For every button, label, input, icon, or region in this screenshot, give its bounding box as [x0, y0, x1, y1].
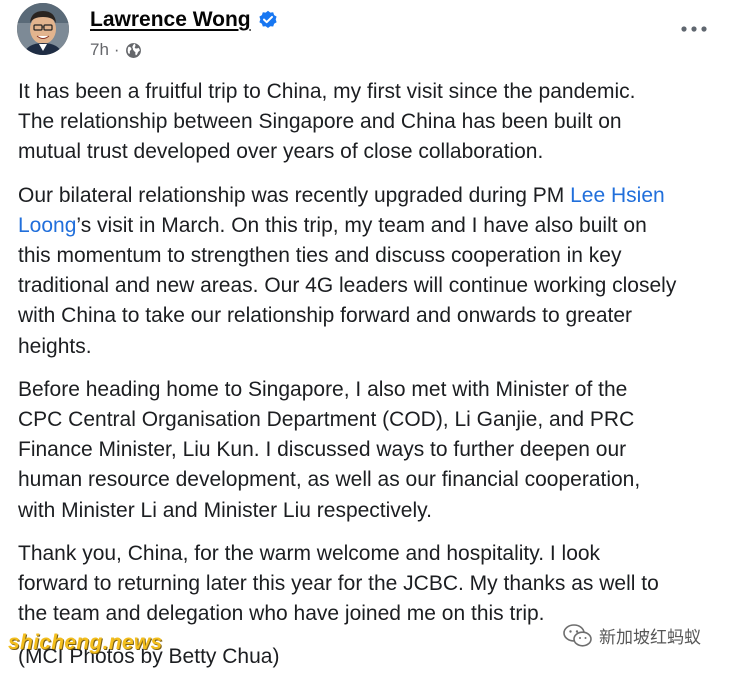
- text-line: with China to take our relationship forw…: [18, 304, 633, 328]
- post-timestamp[interactable]: 7h: [90, 40, 109, 60]
- text-line: Before heading home to Singapore, I also…: [18, 377, 628, 401]
- text-line: traditional and new areas. Our 4G leader…: [18, 274, 677, 298]
- text-line: this momentum to strengthen ties and dis…: [18, 244, 622, 268]
- watermark-wechat: 新加坡红蚂蚁: [563, 623, 701, 648]
- text-line: mutual trust developed over years of clo…: [18, 140, 544, 164]
- globe-icon[interactable]: [125, 42, 142, 59]
- text-line: Our bilateral relationship was recently …: [18, 181, 728, 211]
- paragraph-4: Thank you, China, for the warm welcome a…: [18, 539, 728, 630]
- text-line: heights.: [18, 334, 92, 358]
- text-line: Thank you, China, for the warm welcome a…: [18, 541, 601, 565]
- text-segment: Our bilateral relationship was recently …: [18, 183, 571, 207]
- text-line: CPC Central Organisation Department (COD…: [18, 408, 635, 432]
- text-line: human resource development, as well as o…: [18, 468, 641, 492]
- text-line: Finance Minister, Liu Kun. I discussed w…: [18, 438, 627, 462]
- text-segment: ’s visit in March. On this trip, my team…: [76, 213, 647, 237]
- text-line: with Minister Li and Minister Liu respec…: [18, 498, 432, 522]
- paragraph-2: Our bilateral relationship was recently …: [18, 181, 728, 362]
- verified-badge-icon: [258, 10, 278, 30]
- author-row: Lawrence Wong: [90, 7, 278, 33]
- mention-link-lee-hsien-loong[interactable]: Lee Hsien: [570, 184, 665, 207]
- author-avatar[interactable]: [17, 3, 69, 55]
- more-options-icon: [681, 26, 707, 32]
- watermark-shicheng: shicheng.news: [8, 631, 163, 654]
- text-line: It has been a fruitful trip to China, my…: [18, 80, 636, 103]
- paragraph-1: It has been a fruitful trip to China, my…: [18, 77, 728, 168]
- meta-separator: ·: [113, 40, 120, 59]
- author-name[interactable]: Lawrence Wong: [90, 8, 251, 32]
- facebook-post: Lawrence Wong 7h · It has been a fruitfu…: [0, 0, 732, 668]
- avatar-photo: [17, 3, 69, 55]
- post-body: It has been a fruitful trip to China, my…: [18, 77, 728, 686]
- wechat-icon: [563, 623, 592, 647]
- text-line: Loong’s visit in March. On this trip, my…: [18, 211, 728, 241]
- mention-link-lee-hsien-loong-cont[interactable]: Loong: [18, 214, 76, 237]
- watermark-wechat-text: 新加坡红蚂蚁: [599, 628, 701, 647]
- text-line: forward to returning later this year for…: [18, 572, 659, 596]
- post-meta: 7h ·: [90, 39, 142, 61]
- paragraph-3: Before heading home to Singapore, I also…: [18, 375, 728, 526]
- more-options-button[interactable]: [676, 16, 712, 42]
- text-line: The relationship between Singapore and C…: [18, 110, 622, 134]
